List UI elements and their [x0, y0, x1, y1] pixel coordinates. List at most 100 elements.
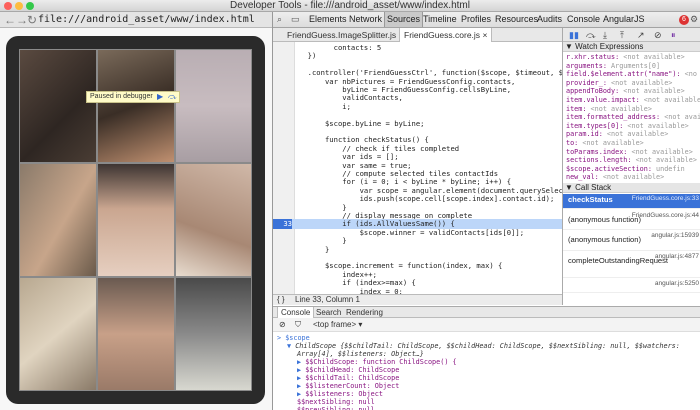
expand-toggle-icon[interactable]: ▶ — [297, 358, 305, 366]
drawer-tabbar: Console Search Rendering — [273, 306, 700, 318]
source-editor[interactable]: contacts: 5 }) .controller('FriendGuessC… — [273, 42, 562, 294]
editor-status-bar: { } Line 33, Column 1 — [273, 294, 562, 305]
puzzle-tile[interactable] — [19, 49, 97, 163]
puzzle-tile[interactable] — [175, 163, 252, 277]
watch-expression[interactable]: r.xhr.status: <not available> — [563, 53, 700, 62]
tab-network[interactable]: Network — [347, 12, 384, 27]
call-stack-title: Call Stack — [575, 183, 612, 192]
frame-location: FriendGuess.core.js:33 — [631, 195, 699, 202]
resume-icon[interactable]: ▶ — [157, 92, 163, 102]
watch-expression[interactable]: item.formatted_address: <not avai — [563, 113, 700, 122]
tab-timeline[interactable]: Timeline — [421, 12, 459, 27]
tab-console[interactable]: Console — [565, 12, 602, 27]
step-out-icon[interactable]: ⤒ — [620, 29, 624, 41]
watch-expression-value: Arguments[0] — [606, 61, 661, 70]
error-count-badge[interactable]: 6 — [679, 15, 689, 25]
paused-in-debugger-banner: Paused in debugger ▶ ⤼ — [86, 91, 180, 103]
file-tab-core[interactable]: FriendGuess.core.js × — [399, 28, 493, 42]
call-stack-frame[interactable]: checkStatus FriendGuess.core.js:33 — [563, 194, 700, 209]
tab-resources[interactable]: Resources — [493, 12, 540, 27]
watch-expression-value: <not available> — [631, 156, 697, 165]
expand-toggle-icon[interactable]: ▶ — [297, 366, 305, 374]
call-stack-header[interactable]: ▼ Call Stack — [563, 183, 700, 193]
console-toolbar: ⊘ ⛉ <top frame> ▾ — [273, 318, 700, 332]
frame-function-name: completeOutstandingRequest — [568, 256, 669, 265]
reload-icon[interactable]: ↻ — [27, 13, 37, 27]
tab-elements[interactable]: Elements — [307, 12, 349, 27]
drawer-tab-console[interactable]: Console — [277, 307, 315, 318]
watch-expression[interactable]: new_val: <not available> — [563, 173, 700, 182]
clear-console-icon[interactable]: ⊘ — [279, 318, 286, 332]
watch-expression-name: item: — [566, 104, 587, 113]
expand-toggle-icon[interactable]: ▶ — [297, 382, 305, 390]
puzzle-tile[interactable] — [97, 163, 175, 277]
drawer-tab-rendering[interactable]: Rendering — [343, 307, 386, 318]
step-into-icon[interactable]: ⤓ — [603, 29, 607, 41]
watch-expression-name: appendToBody: — [566, 87, 620, 96]
step-over-icon[interactable]: ⤼ — [586, 29, 596, 41]
watch-expression-value: <not available> — [578, 139, 644, 147]
call-stack-frame[interactable]: (anonymous function) FriendGuess.core.js:… — [563, 211, 700, 230]
watch-expression-name: item.value.impact: — [566, 96, 640, 104]
address-bar[interactable]: file:///android_asset/www/index.html — [38, 13, 255, 27]
watch-expression-value: <not available> — [623, 121, 689, 130]
chevron-down-icon: ▾ — [358, 320, 363, 329]
back-arrow-icon[interactable]: ← — [4, 13, 16, 27]
frame-selector-value: <top frame> — [313, 320, 357, 329]
watch-expression[interactable]: appendToBody: <not available> — [563, 87, 700, 96]
expand-toggle-icon[interactable]: ▶ — [297, 374, 305, 382]
close-tab-icon[interactable]: × — [482, 30, 487, 40]
watch-expression[interactable]: to: <not available> — [563, 139, 700, 148]
pause-on-exceptions-icon[interactable]: ⊘ — [654, 29, 662, 41]
pretty-print-icon[interactable]: { } — [277, 295, 285, 305]
step-over-icon[interactable]: ⤼ — [168, 92, 177, 102]
open-files-tabbar: FriendGuess.ImageSplitter.js × FriendGue… — [273, 28, 562, 42]
call-stack-frame[interactable]: angular.js:5250 — [563, 279, 700, 293]
watch-expression-value: <no — [680, 70, 697, 79]
tab-sources[interactable]: Sources — [384, 12, 424, 27]
drawer-tab-search[interactable]: Search — [313, 307, 344, 318]
watch-expression[interactable]: $scope.activeSection: undefin — [563, 165, 700, 174]
watch-expression[interactable]: item.value.impact: <not available — [563, 96, 700, 105]
watch-expression[interactable]: arguments: Arguments[0] — [563, 62, 700, 71]
puzzle-tile[interactable] — [97, 49, 175, 163]
expand-toggle-icon[interactable]: ▼ — [287, 342, 295, 350]
tab-profiles[interactable]: Profiles — [459, 12, 493, 27]
pause-resume-icon[interactable]: ▮▮ — [569, 29, 579, 41]
settings-gear-icon[interactable]: ⚙ — [690, 14, 698, 25]
watch-expression[interactable]: toParams.index: <not available> — [563, 148, 700, 157]
watch-expression[interactable]: item: <not available> — [563, 105, 700, 114]
puzzle-tile[interactable] — [19, 163, 97, 277]
watch-expression[interactable]: sections.length: <not available> — [563, 156, 700, 165]
deactivate-breakpoints-icon[interactable]: ↗ — [637, 29, 645, 41]
watch-expression[interactable]: provider_: <not available> — [563, 79, 700, 88]
watch-expression-name: item.formatted_address: — [566, 113, 661, 122]
inspect-icon[interactable]: ⌕ — [277, 14, 282, 25]
console-output[interactable]: > $scope ▼ ChildScope {$$childTail: Child… — [273, 332, 700, 410]
device-mode-icon[interactable]: ▭ — [291, 14, 300, 25]
watch-expression[interactable]: item.types[0]: <not available> — [563, 122, 700, 131]
console-text: $$childHead: ChildScope — [305, 366, 400, 374]
debugger-controls: ▮▮ ⤼ ⤓ ⤒ ↗ ⊘ ⏸ — [563, 28, 700, 42]
filter-icon[interactable]: ⛉ — [295, 318, 301, 332]
frame-selector[interactable]: <top frame> ▾ — [313, 318, 362, 332]
file-tab-label: FriendGuess.core.js — [404, 30, 481, 40]
async-icon[interactable]: ⏸ — [671, 29, 676, 41]
call-stack-frame[interactable]: completeOutstandingRequest angular.js:487… — [563, 252, 700, 278]
code-line[interactable]: index = 0; — [273, 287, 562, 294]
tab-angularjs[interactable]: AngularJS — [601, 12, 647, 27]
console-text: $$ChildScope: function ChildScope() { — [305, 358, 457, 366]
puzzle-tile[interactable] — [97, 277, 175, 391]
code-text: index = 0; — [299, 286, 403, 294]
file-tab-imagesplitter[interactable]: FriendGuess.ImageSplitter.js × — [283, 28, 407, 42]
tab-audits[interactable]: Audits — [535, 12, 564, 27]
puzzle-tile[interactable] — [19, 277, 97, 391]
watch-expressions-header[interactable]: ▼ Watch Expressions — [563, 42, 700, 52]
puzzle-tile[interactable] — [175, 49, 252, 163]
watch-expression[interactable]: param.id: <not available> — [563, 130, 700, 139]
call-stack-frame[interactable]: (anonymous function) angular.js:15939 — [563, 231, 700, 251]
expand-toggle-icon[interactable]: ▶ — [297, 390, 305, 398]
watch-expression[interactable]: field.$element.attr("name"): <no — [563, 70, 700, 79]
console-text: $$childTail: ChildScope — [305, 374, 400, 382]
puzzle-tile[interactable] — [175, 277, 252, 391]
